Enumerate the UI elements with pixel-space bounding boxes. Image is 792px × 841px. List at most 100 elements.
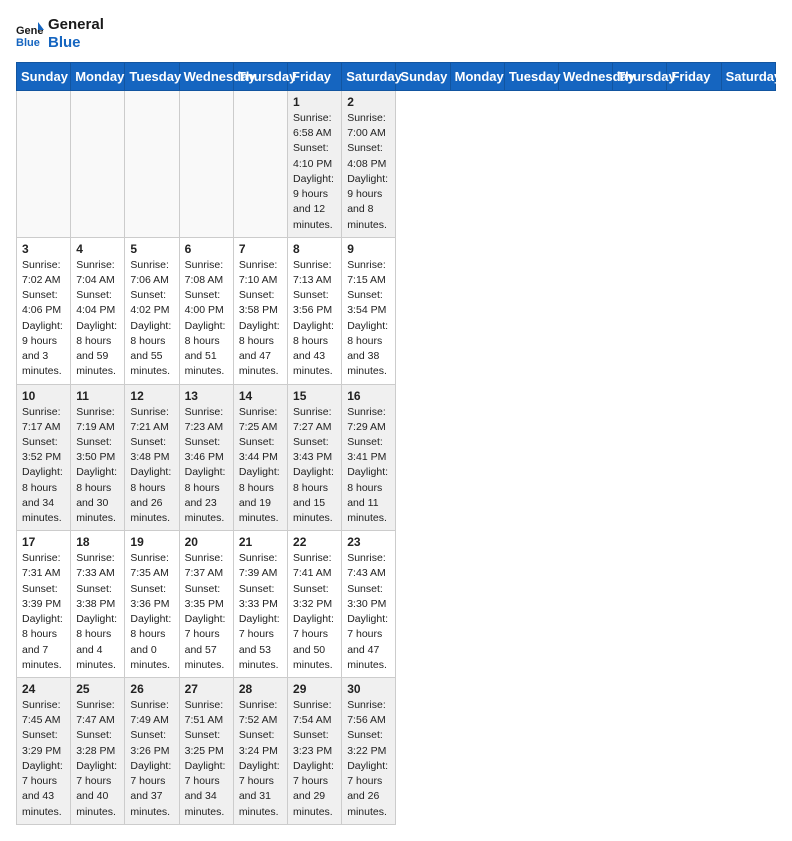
day-number: 15 bbox=[293, 389, 336, 403]
day-number: 4 bbox=[76, 242, 119, 256]
day-info: Sunrise: 7:00 AM Sunset: 4:08 PM Dayligh… bbox=[347, 111, 390, 233]
header-monday: Monday bbox=[450, 63, 504, 91]
day-number: 2 bbox=[347, 95, 390, 109]
day-number: 6 bbox=[185, 242, 228, 256]
calendar-cell: 7 Sunrise: 7:10 AM Sunset: 3:58 PM Daylig… bbox=[233, 237, 287, 384]
day-info: Sunrise: 7:06 AM Sunset: 4:02 PM Dayligh… bbox=[130, 258, 173, 380]
header-wednesday: Wednesday bbox=[559, 63, 613, 91]
calendar-cell bbox=[17, 91, 71, 238]
header-thursday: Thursday bbox=[613, 63, 667, 91]
day-info: Sunrise: 7:49 AM Sunset: 3:26 PM Dayligh… bbox=[130, 698, 173, 820]
day-info: Sunrise: 7:41 AM Sunset: 3:32 PM Dayligh… bbox=[293, 551, 336, 673]
day-number: 24 bbox=[22, 682, 65, 696]
header-friday: Friday bbox=[288, 63, 342, 91]
calendar-cell bbox=[233, 91, 287, 238]
day-info: Sunrise: 7:45 AM Sunset: 3:29 PM Dayligh… bbox=[22, 698, 65, 820]
calendar-cell: 22 Sunrise: 7:41 AM Sunset: 3:32 PM Dayli… bbox=[288, 531, 342, 678]
calendar-cell: 10 Sunrise: 7:17 AM Sunset: 3:52 PM Dayli… bbox=[17, 384, 71, 531]
day-number: 3 bbox=[22, 242, 65, 256]
calendar-cell: 17Sunrise: 7:31 AM Sunset: 3:39 PM Dayli… bbox=[17, 531, 71, 678]
calendar-cell: 27Sunrise: 7:51 AM Sunset: 3:25 PM Dayli… bbox=[179, 678, 233, 825]
day-info: Sunrise: 7:15 AM Sunset: 3:54 PM Dayligh… bbox=[347, 258, 390, 380]
day-number: 18 bbox=[76, 535, 119, 549]
day-number: 1 bbox=[293, 95, 336, 109]
header-tuesday: Tuesday bbox=[125, 63, 179, 91]
logo-general: General bbox=[48, 16, 104, 34]
day-info: Sunrise: 7:13 AM Sunset: 3:56 PM Dayligh… bbox=[293, 258, 336, 380]
logo-blue: Blue bbox=[48, 34, 104, 52]
calendar-cell: 21 Sunrise: 7:39 AM Sunset: 3:33 PM Dayli… bbox=[233, 531, 287, 678]
day-info: Sunrise: 7:37 AM Sunset: 3:35 PM Dayligh… bbox=[185, 551, 228, 673]
day-number: 23 bbox=[347, 535, 390, 549]
day-info: Sunrise: 7:52 AM Sunset: 3:24 PM Dayligh… bbox=[239, 698, 282, 820]
header-sunday: Sunday bbox=[17, 63, 71, 91]
day-number: 11 bbox=[76, 389, 119, 403]
calendar-cell: 14Sunrise: 7:25 AM Sunset: 3:44 PM Dayli… bbox=[233, 384, 287, 531]
calendar-row: 3 Sunrise: 7:02 AM Sunset: 4:06 PM Daylig… bbox=[17, 237, 776, 384]
header-row: SundayMondayTuesdayWednesdayThursdayFrid… bbox=[17, 63, 776, 91]
calendar-cell: 2 Sunrise: 7:00 AM Sunset: 4:08 PM Daylig… bbox=[342, 91, 396, 238]
day-info: Sunrise: 7:17 AM Sunset: 3:52 PM Dayligh… bbox=[22, 405, 65, 527]
calendar-cell: 25 Sunrise: 7:47 AM Sunset: 3:28 PM Dayli… bbox=[71, 678, 125, 825]
day-info: Sunrise: 7:08 AM Sunset: 4:00 PM Dayligh… bbox=[185, 258, 228, 380]
page-header: General Blue General Blue bbox=[16, 16, 776, 52]
header-monday: Monday bbox=[71, 63, 125, 91]
day-number: 19 bbox=[130, 535, 173, 549]
calendar-cell: 11 Sunrise: 7:19 AM Sunset: 3:50 PM Dayli… bbox=[71, 384, 125, 531]
day-info: Sunrise: 7:43 AM Sunset: 3:30 PM Dayligh… bbox=[347, 551, 390, 673]
calendar-cell: 26 Sunrise: 7:49 AM Sunset: 3:26 PM Dayli… bbox=[125, 678, 179, 825]
calendar-cell: 24 Sunrise: 7:45 AM Sunset: 3:29 PM Dayli… bbox=[17, 678, 71, 825]
day-info: Sunrise: 7:54 AM Sunset: 3:23 PM Dayligh… bbox=[293, 698, 336, 820]
day-number: 17 bbox=[22, 535, 65, 549]
day-number: 21 bbox=[239, 535, 282, 549]
day-number: 20 bbox=[185, 535, 228, 549]
day-info: Sunrise: 7:27 AM Sunset: 3:43 PM Dayligh… bbox=[293, 405, 336, 527]
day-number: 27 bbox=[185, 682, 228, 696]
calendar-cell: 28 Sunrise: 7:52 AM Sunset: 3:24 PM Dayli… bbox=[233, 678, 287, 825]
logo-icon: General Blue bbox=[16, 20, 44, 48]
calendar-cell: 9 Sunrise: 7:15 AM Sunset: 3:54 PM Daylig… bbox=[342, 237, 396, 384]
logo: General Blue General Blue bbox=[16, 16, 104, 52]
calendar-row: 10 Sunrise: 7:17 AM Sunset: 3:52 PM Dayli… bbox=[17, 384, 776, 531]
header-saturday: Saturday bbox=[342, 63, 396, 91]
calendar-cell: 3 Sunrise: 7:02 AM Sunset: 4:06 PM Daylig… bbox=[17, 237, 71, 384]
calendar-cell: 12Sunrise: 7:21 AM Sunset: 3:48 PM Dayli… bbox=[125, 384, 179, 531]
day-number: 28 bbox=[239, 682, 282, 696]
calendar-cell: 18Sunrise: 7:33 AM Sunset: 3:38 PM Dayli… bbox=[71, 531, 125, 678]
header-saturday: Saturday bbox=[721, 63, 775, 91]
day-info: Sunrise: 7:02 AM Sunset: 4:06 PM Dayligh… bbox=[22, 258, 65, 380]
header-sunday: Sunday bbox=[396, 63, 450, 91]
day-number: 9 bbox=[347, 242, 390, 256]
day-info: Sunrise: 6:58 AM Sunset: 4:10 PM Dayligh… bbox=[293, 111, 336, 233]
day-number: 12 bbox=[130, 389, 173, 403]
calendar-cell: 5 Sunrise: 7:06 AM Sunset: 4:02 PM Daylig… bbox=[125, 237, 179, 384]
calendar-cell bbox=[179, 91, 233, 238]
day-info: Sunrise: 7:19 AM Sunset: 3:50 PM Dayligh… bbox=[76, 405, 119, 527]
day-info: Sunrise: 7:56 AM Sunset: 3:22 PM Dayligh… bbox=[347, 698, 390, 820]
header-thursday: Thursday bbox=[233, 63, 287, 91]
day-number: 10 bbox=[22, 389, 65, 403]
header-tuesday: Tuesday bbox=[504, 63, 558, 91]
calendar-cell: 13Sunrise: 7:23 AM Sunset: 3:46 PM Dayli… bbox=[179, 384, 233, 531]
day-number: 25 bbox=[76, 682, 119, 696]
day-info: Sunrise: 7:23 AM Sunset: 3:46 PM Dayligh… bbox=[185, 405, 228, 527]
day-info: Sunrise: 7:29 AM Sunset: 3:41 PM Dayligh… bbox=[347, 405, 390, 527]
day-number: 22 bbox=[293, 535, 336, 549]
day-info: Sunrise: 7:47 AM Sunset: 3:28 PM Dayligh… bbox=[76, 698, 119, 820]
calendar-cell: 4Sunrise: 7:04 AM Sunset: 4:04 PM Daylig… bbox=[71, 237, 125, 384]
calendar-cell: 30Sunrise: 7:56 AM Sunset: 3:22 PM Dayli… bbox=[342, 678, 396, 825]
day-number: 26 bbox=[130, 682, 173, 696]
day-info: Sunrise: 7:25 AM Sunset: 3:44 PM Dayligh… bbox=[239, 405, 282, 527]
calendar-cell: 29Sunrise: 7:54 AM Sunset: 3:23 PM Dayli… bbox=[288, 678, 342, 825]
calendar-cell: 16 Sunrise: 7:29 AM Sunset: 3:41 PM Dayli… bbox=[342, 384, 396, 531]
calendar-cell bbox=[125, 91, 179, 238]
calendar-cell bbox=[71, 91, 125, 238]
calendar-row: 17Sunrise: 7:31 AM Sunset: 3:39 PM Dayli… bbox=[17, 531, 776, 678]
day-info: Sunrise: 7:10 AM Sunset: 3:58 PM Dayligh… bbox=[239, 258, 282, 380]
day-number: 5 bbox=[130, 242, 173, 256]
calendar-cell: 6 Sunrise: 7:08 AM Sunset: 4:00 PM Daylig… bbox=[179, 237, 233, 384]
day-number: 7 bbox=[239, 242, 282, 256]
day-number: 16 bbox=[347, 389, 390, 403]
calendar-table: SundayMondayTuesdayWednesdayThursdayFrid… bbox=[16, 62, 776, 825]
day-info: Sunrise: 7:39 AM Sunset: 3:33 PM Dayligh… bbox=[239, 551, 282, 673]
